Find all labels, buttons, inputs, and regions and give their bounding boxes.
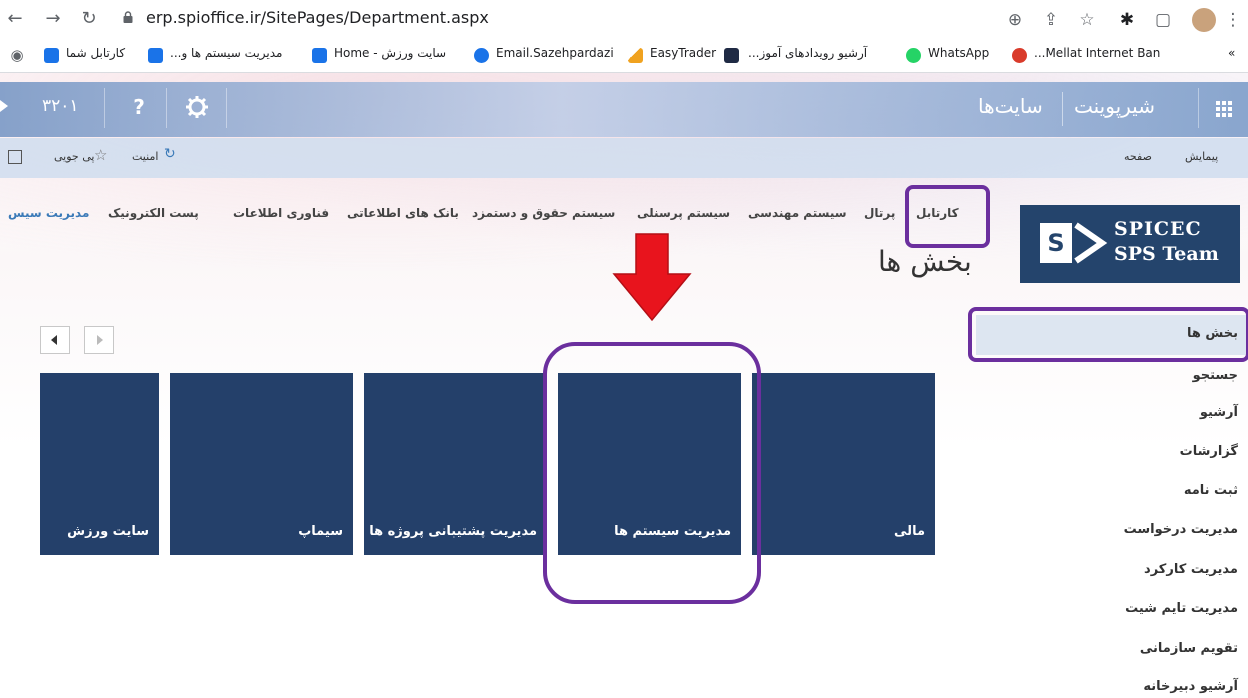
highlight-box	[905, 185, 990, 248]
divider	[1062, 92, 1063, 126]
sync-icon: ↻	[164, 146, 176, 162]
globe-icon	[474, 48, 489, 63]
highlight-box	[968, 307, 1248, 362]
nav-email[interactable]: پست الکترونیک	[108, 206, 199, 220]
menu-icon[interactable]: ⋮	[1222, 9, 1244, 31]
nav-payroll[interactable]: سیستم حقوق و دستمزد	[472, 206, 615, 220]
bookmark-item[interactable]: آرشیو رویدادهای آموز...	[748, 46, 867, 66]
carousel-prev-button[interactable]	[40, 326, 70, 354]
tab-browse[interactable]: پیمایش	[1185, 150, 1218, 163]
star-icon: ☆	[94, 146, 108, 164]
sidebar-item-reports[interactable]: گزارشات	[1180, 444, 1238, 459]
url-text[interactable]: erp.spioffice.ir/SitePages/Department.as…	[146, 8, 489, 27]
tab-page[interactable]: صفحه	[1124, 150, 1152, 163]
tile-simap[interactable]: سیماپ	[170, 373, 353, 555]
reload-icon[interactable]: ↻	[78, 8, 100, 30]
red-arrow-icon	[612, 233, 692, 322]
avatar[interactable]	[1192, 8, 1216, 32]
whatsapp-icon	[906, 48, 921, 63]
back-icon[interactable]: ←	[4, 8, 26, 30]
star-icon[interactable]: ☆	[1076, 9, 1098, 31]
nav-personnel[interactable]: سیستم پرسنلی	[637, 206, 730, 220]
more-bookmarks[interactable]: »	[1228, 46, 1235, 66]
forward-icon[interactable]: →	[42, 8, 64, 30]
sites-link[interactable]: سایت‌ها	[978, 94, 1043, 118]
sidebar-item-performance[interactable]: مدیریت کارکرد	[1144, 562, 1238, 577]
tile-label: مالی	[894, 524, 925, 539]
bookmark-item[interactable]: WhatsApp	[928, 46, 989, 66]
easytrader-icon	[628, 48, 643, 63]
caret-icon[interactable]	[0, 100, 8, 112]
nav-systems-management[interactable]: مدیریت سیس	[8, 206, 89, 220]
highlight-box	[543, 342, 761, 604]
mellat-icon	[1012, 48, 1027, 63]
bookmark-item[interactable]: سایت ورزش - Home	[334, 46, 446, 66]
chevron-right-icon	[97, 335, 103, 345]
sidebar-item-secretariat-archive[interactable]: آرشیو دبیرخانه	[1143, 679, 1238, 694]
bookmark-item[interactable]: EasyTrader	[650, 46, 716, 66]
sharepoint-icon	[312, 48, 327, 63]
tile-label: سایت ورزش	[67, 524, 149, 539]
sharepoint-title[interactable]: شیرپوینت	[1074, 94, 1155, 118]
carousel-next-button[interactable]	[84, 326, 114, 354]
sidebar-item-search[interactable]: جستجو	[1193, 368, 1238, 383]
logo-line-1: SPICEC	[1114, 218, 1202, 240]
sharepoint-icon	[44, 48, 59, 63]
bookmark-item[interactable]: کارتابل شما	[66, 46, 125, 66]
nav-engineering[interactable]: سیستم مهندسی	[748, 206, 847, 220]
nav-portal[interactable]: پرتال	[864, 206, 895, 220]
chrome-icon[interactable]: ◉	[6, 44, 28, 66]
divider	[104, 88, 105, 128]
tile-label: سیماپ	[298, 524, 343, 539]
logo-chevron-icon	[1074, 222, 1108, 264]
bookmark-item[interactable]: مدیریت سیستم ها و...	[170, 46, 282, 66]
chevron-left-icon	[51, 335, 57, 345]
share-icon[interactable]: ⇪	[1040, 9, 1062, 31]
logo-line-2: SPS Team	[1114, 243, 1219, 265]
page-title: بخش ها	[878, 245, 972, 278]
app-launcher-icon[interactable]	[1200, 82, 1248, 137]
sharepoint-icon	[148, 48, 163, 63]
focus-mode-icon[interactable]	[8, 150, 22, 164]
divider	[166, 88, 167, 128]
divider	[1198, 88, 1199, 128]
gear-icon[interactable]	[180, 90, 214, 124]
side-panel-icon[interactable]: ▢	[1152, 9, 1174, 31]
sidebar-item-requests[interactable]: مدیریت درخواست	[1124, 522, 1238, 537]
bookmark-item[interactable]: Mellat Internet Ban...	[1034, 46, 1160, 66]
bookmark-item[interactable]: Email.Sazehpardazi	[496, 46, 614, 66]
sidebar-item-timesheet[interactable]: مدیریت تایم شیت	[1125, 601, 1238, 616]
help-icon[interactable]: ?	[122, 90, 156, 124]
sidebar-item-calendar[interactable]: تقویم سازمانی	[1140, 641, 1238, 656]
extensions-icon[interactable]: ✱	[1116, 9, 1138, 31]
tile-sport-site[interactable]: سایت ورزش	[40, 373, 159, 555]
logo-letter: S	[1040, 223, 1072, 263]
lock-icon[interactable]	[122, 11, 134, 23]
ribbon	[0, 138, 1248, 178]
tile-finance[interactable]: مالی	[752, 373, 935, 555]
divider	[226, 88, 227, 128]
tile-label: مدیریت پشتیبانی پروژه ها	[369, 524, 537, 539]
sidebar-item-archive[interactable]: آرشیو	[1200, 405, 1238, 420]
follow-link[interactable]: پی جویی	[54, 150, 94, 163]
nav-it[interactable]: فناوری اطلاعات	[233, 206, 329, 220]
nav-databases[interactable]: بانک های اطلاعاتی	[347, 206, 459, 220]
bird-icon	[724, 48, 739, 63]
tile-project-support[interactable]: مدیریت پشتیبانی پروژه ها	[364, 373, 547, 555]
user-number[interactable]: ۳۲۰۱	[42, 96, 79, 116]
security-link[interactable]: امنیت	[132, 150, 158, 163]
sidebar-item-register-letter[interactable]: ثبت نامه	[1184, 483, 1238, 498]
zoom-icon[interactable]: ⊕	[1004, 9, 1026, 31]
